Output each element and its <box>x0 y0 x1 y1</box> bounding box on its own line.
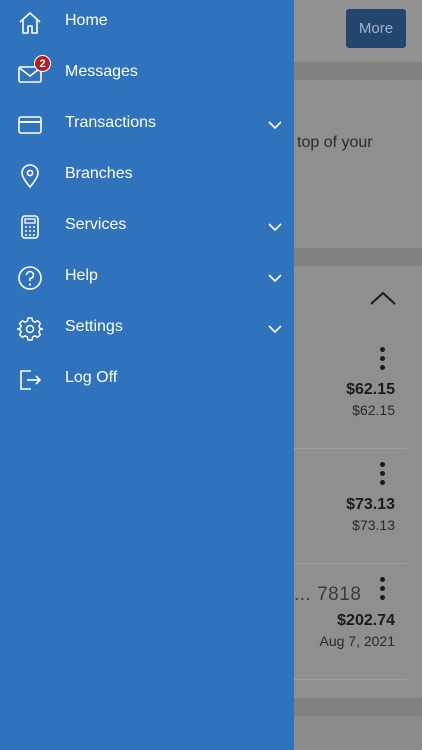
more-options-icon[interactable] <box>378 347 386 375</box>
chevron-down-icon <box>268 121 282 130</box>
chevron-down-icon <box>268 223 282 232</box>
menu-item-label: Home <box>65 12 108 29</box>
transaction-amount: $62.15 <box>346 381 395 398</box>
credit-card-icon <box>18 116 42 134</box>
menu-item-label: Services <box>65 216 127 233</box>
menu-item-label: Help <box>65 267 98 284</box>
unread-count-badge: 2 <box>34 55 51 72</box>
chevron-down-icon <box>268 274 282 283</box>
chevron-up-icon[interactable] <box>369 290 397 306</box>
menu-item-log-off[interactable]: Log Off <box>0 357 294 408</box>
home-icon <box>19 12 41 34</box>
navigation-drawer: Home Messages 2 Transactions Branches Se… <box>0 0 294 750</box>
menu-item-label: Branches <box>65 165 133 182</box>
transaction-subtext: $73.13 <box>352 517 395 533</box>
transaction-date: Aug 7, 2021 <box>319 633 395 649</box>
map-pin-icon <box>21 164 39 189</box>
menu-item-services[interactable]: Services <box>0 204 294 255</box>
gear-icon <box>17 317 43 341</box>
menu-item-help[interactable]: Help <box>0 255 294 306</box>
more-options-icon[interactable] <box>378 462 386 490</box>
menu-item-label: Messages <box>65 63 138 80</box>
menu-item-label: Settings <box>65 318 123 335</box>
menu-item-settings[interactable]: Settings <box>0 306 294 357</box>
menu-item-transactions[interactable]: Transactions <box>0 102 294 153</box>
calculator-icon <box>21 215 39 239</box>
promo-text: top of your <box>297 134 373 151</box>
log-off-icon <box>20 370 42 390</box>
transaction-amount: $73.13 <box>346 496 395 513</box>
transaction-subtext: $62.15 <box>352 402 395 418</box>
menu-item-label: Transactions <box>65 114 156 131</box>
row-divider <box>294 448 407 449</box>
row-divider <box>294 679 407 680</box>
menu-item-home[interactable]: Home <box>0 0 294 51</box>
transaction-amount: $202.74 <box>337 612 395 629</box>
help-circle-icon <box>18 266 42 290</box>
account-number: ... 7818 <box>294 584 362 605</box>
menu-item-branches[interactable]: Branches <box>0 153 294 204</box>
menu-item-label: Log Off <box>65 369 118 386</box>
row-divider <box>294 563 407 564</box>
chevron-down-icon <box>268 325 282 334</box>
more-options-icon[interactable] <box>378 577 386 605</box>
more-button[interactable]: More <box>346 9 406 48</box>
